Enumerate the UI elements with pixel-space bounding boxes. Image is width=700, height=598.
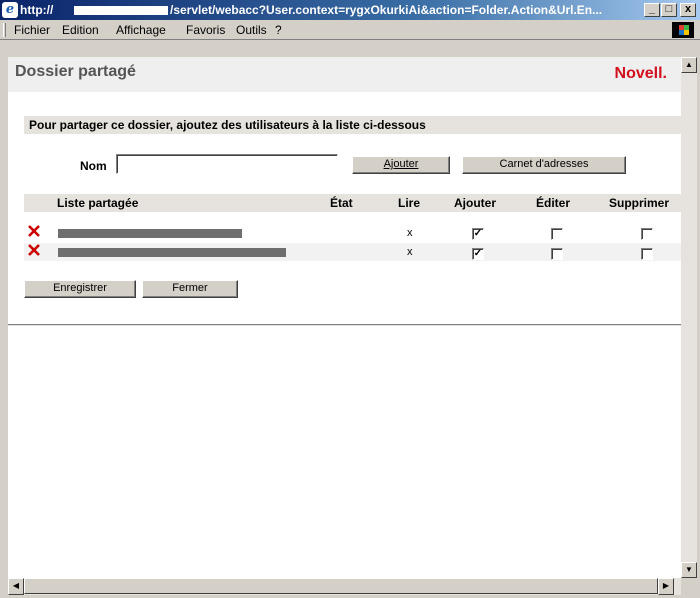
instructions-text: Pour partager ce dossier, ajoutez des ut… [29, 118, 426, 132]
table-header: Liste partagée État Lire Ajouter Éditer … [24, 194, 681, 212]
page-header: Dossier partagé Novell. [8, 57, 681, 92]
ajouter-checkbox[interactable]: ✓ [472, 248, 484, 260]
menu-favoris[interactable]: Favoris [186, 23, 225, 37]
menu-bar: Fichier Edition Affichage Favoris Outils… [0, 20, 700, 40]
menu-help[interactable]: ? [275, 23, 282, 37]
windows-logo-icon [672, 22, 694, 38]
redacted-email [58, 229, 242, 238]
title-redacted-host [74, 6, 168, 15]
title-bar: e http:// /servlet/webacc?User.context=r… [0, 0, 700, 20]
col-ajouter: Ajouter [454, 196, 496, 210]
editer-checkbox[interactable] [551, 248, 563, 260]
col-etat: État [330, 196, 353, 210]
ie-icon: e [2, 2, 18, 18]
menu-outils[interactable]: Outils [236, 23, 267, 37]
scroll-right-button[interactable]: ▶ [658, 578, 674, 595]
horizontal-scrollbar[interactable]: ◀ ▶ [8, 578, 681, 595]
horizontal-scroll-thumb[interactable] [24, 578, 658, 594]
menu-affichage[interactable]: Affichage [116, 23, 166, 37]
close-button[interactable]: x [680, 3, 696, 17]
supprimer-checkbox[interactable] [641, 228, 653, 240]
maximize-button[interactable]: □ [661, 3, 677, 17]
enregistrer-button[interactable]: Enregistrer [24, 280, 136, 298]
editer-checkbox[interactable] [551, 228, 563, 240]
vertical-scrollbar[interactable]: ▲ ▼ [681, 57, 697, 578]
table-row: x ✓ [24, 224, 681, 242]
table-row: x ✓ [24, 243, 681, 261]
scroll-up-button[interactable]: ▲ [681, 57, 697, 73]
col-liste-partagee: Liste partagée [57, 196, 139, 210]
left-frame [0, 40, 8, 598]
col-lire: Lire [398, 196, 421, 210]
ajouter-button[interactable]: Ajouter [352, 156, 450, 174]
menu-edition[interactable]: Edition [62, 23, 99, 37]
instructions-bar: Pour partager ce dossier, ajoutez des ut… [24, 116, 681, 134]
page-title: Dossier partagé [15, 63, 136, 80]
page-content [8, 57, 681, 578]
supprimer-checkbox[interactable] [641, 248, 653, 260]
col-editer: Éditer [536, 196, 571, 210]
nom-label: Nom [80, 159, 107, 173]
nom-input[interactable] [116, 154, 338, 174]
novell-logo: Novell. [614, 65, 667, 82]
col-supprimer: Supprimer [609, 196, 670, 210]
scroll-left-button[interactable]: ◀ [8, 578, 24, 595]
top-frame-gap [8, 41, 697, 57]
delete-icon[interactable] [27, 224, 41, 238]
carnet-adresses-button[interactable]: Carnet d'adresses [462, 156, 626, 174]
redacted-email [58, 248, 286, 257]
lire-value: x [407, 227, 413, 239]
title-prefix: http:// [20, 3, 54, 17]
menu-grip [3, 23, 6, 37]
scroll-down-button[interactable]: ▼ [681, 562, 697, 578]
ajouter-checkbox[interactable]: ✓ [472, 228, 484, 240]
title-url: /servlet/webacc?User.context=rygxOkurkiA… [170, 3, 603, 17]
menu-fichier[interactable]: Fichier [14, 23, 50, 37]
browser-window: e http:// /servlet/webacc?User.context=r… [0, 0, 700, 598]
divider [8, 324, 681, 326]
fermer-button[interactable]: Fermer [142, 280, 238, 298]
minimize-button[interactable]: _ [644, 3, 660, 17]
delete-icon[interactable] [27, 243, 41, 257]
lire-value: x [407, 246, 413, 258]
